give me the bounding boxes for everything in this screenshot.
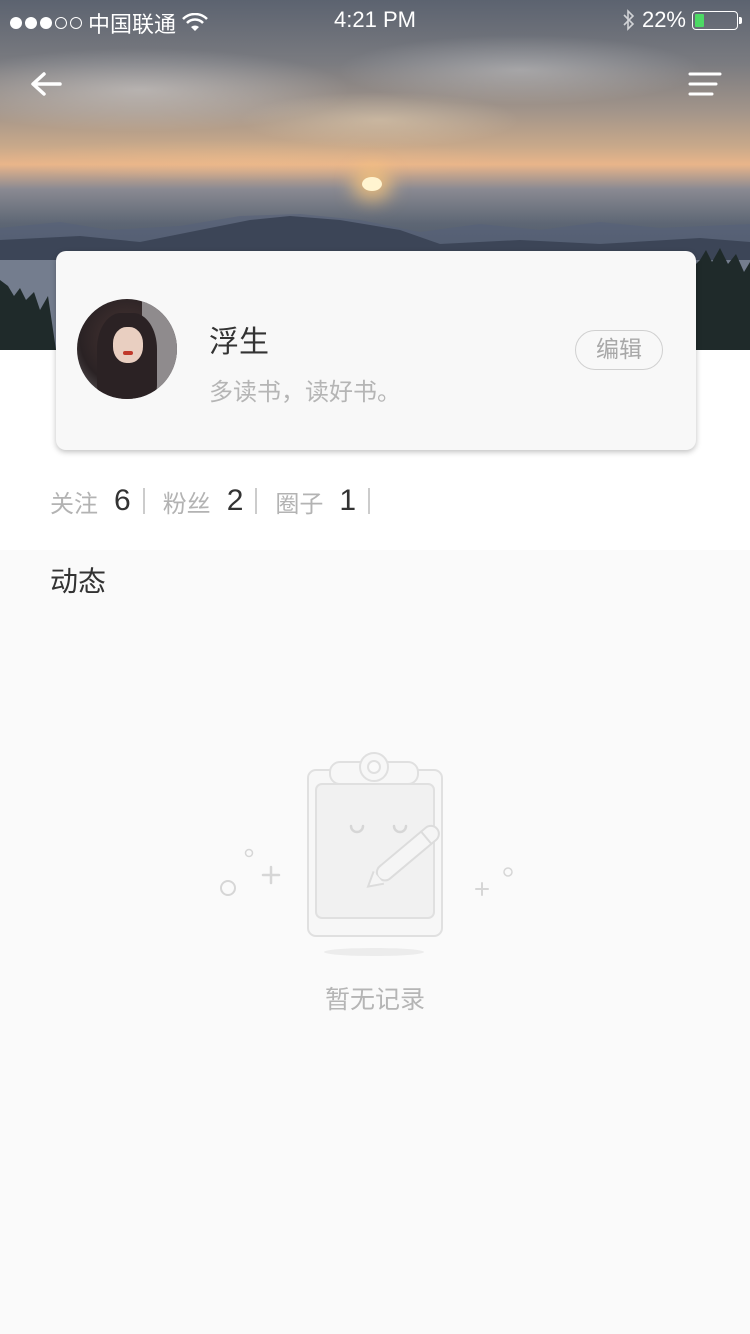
avatar-lip <box>123 351 133 355</box>
stat-value: 1 <box>339 484 357 517</box>
feed-title: 动态 <box>50 565 107 598</box>
nickname: 浮生 <box>209 325 269 360</box>
stat-circles[interactable]: 圈子 1 <box>275 484 388 519</box>
battery-icon <box>692 10 742 30</box>
battery-fill <box>695 13 704 27</box>
cover-sun <box>362 177 382 191</box>
stat-label: 关注 <box>50 489 98 518</box>
empty-state-text: 暂无记录 <box>324 985 425 1014</box>
back-button[interactable] <box>28 66 66 102</box>
avatar[interactable] <box>77 299 177 399</box>
stat-label: 圈子 <box>275 489 324 518</box>
empty-clipboard-icon <box>220 752 513 956</box>
battery-percent: 22% <box>641 7 686 32</box>
status-right: 22% <box>622 7 742 33</box>
profile-card: 浮生 多读书，读好书。 编辑 <box>56 251 696 450</box>
stat-divider <box>255 488 258 514</box>
stat-value: 2 <box>226 484 244 517</box>
avatar-face <box>113 327 143 363</box>
arrow-left-icon <box>31 72 62 96</box>
edit-profile-button[interactable]: 编辑 <box>575 330 663 370</box>
status-bar: 中国联通 4:21 PM 22% <box>0 0 750 40</box>
stat-value: 6 <box>114 484 131 517</box>
stats-row: 关注 6 粉丝 2 圈子 1 <box>50 481 388 521</box>
stat-divider <box>368 488 371 514</box>
stat-label: 粉丝 <box>162 489 211 518</box>
stat-following[interactable]: 关注 6 <box>50 484 163 519</box>
menu-button[interactable] <box>686 68 722 100</box>
stat-divider <box>142 488 145 514</box>
bluetooth-icon <box>623 9 635 31</box>
signature: 多读书，读好书。 <box>209 378 401 406</box>
stat-followers[interactable]: 粉丝 2 <box>163 484 276 519</box>
menu-lines-icon <box>688 72 722 96</box>
